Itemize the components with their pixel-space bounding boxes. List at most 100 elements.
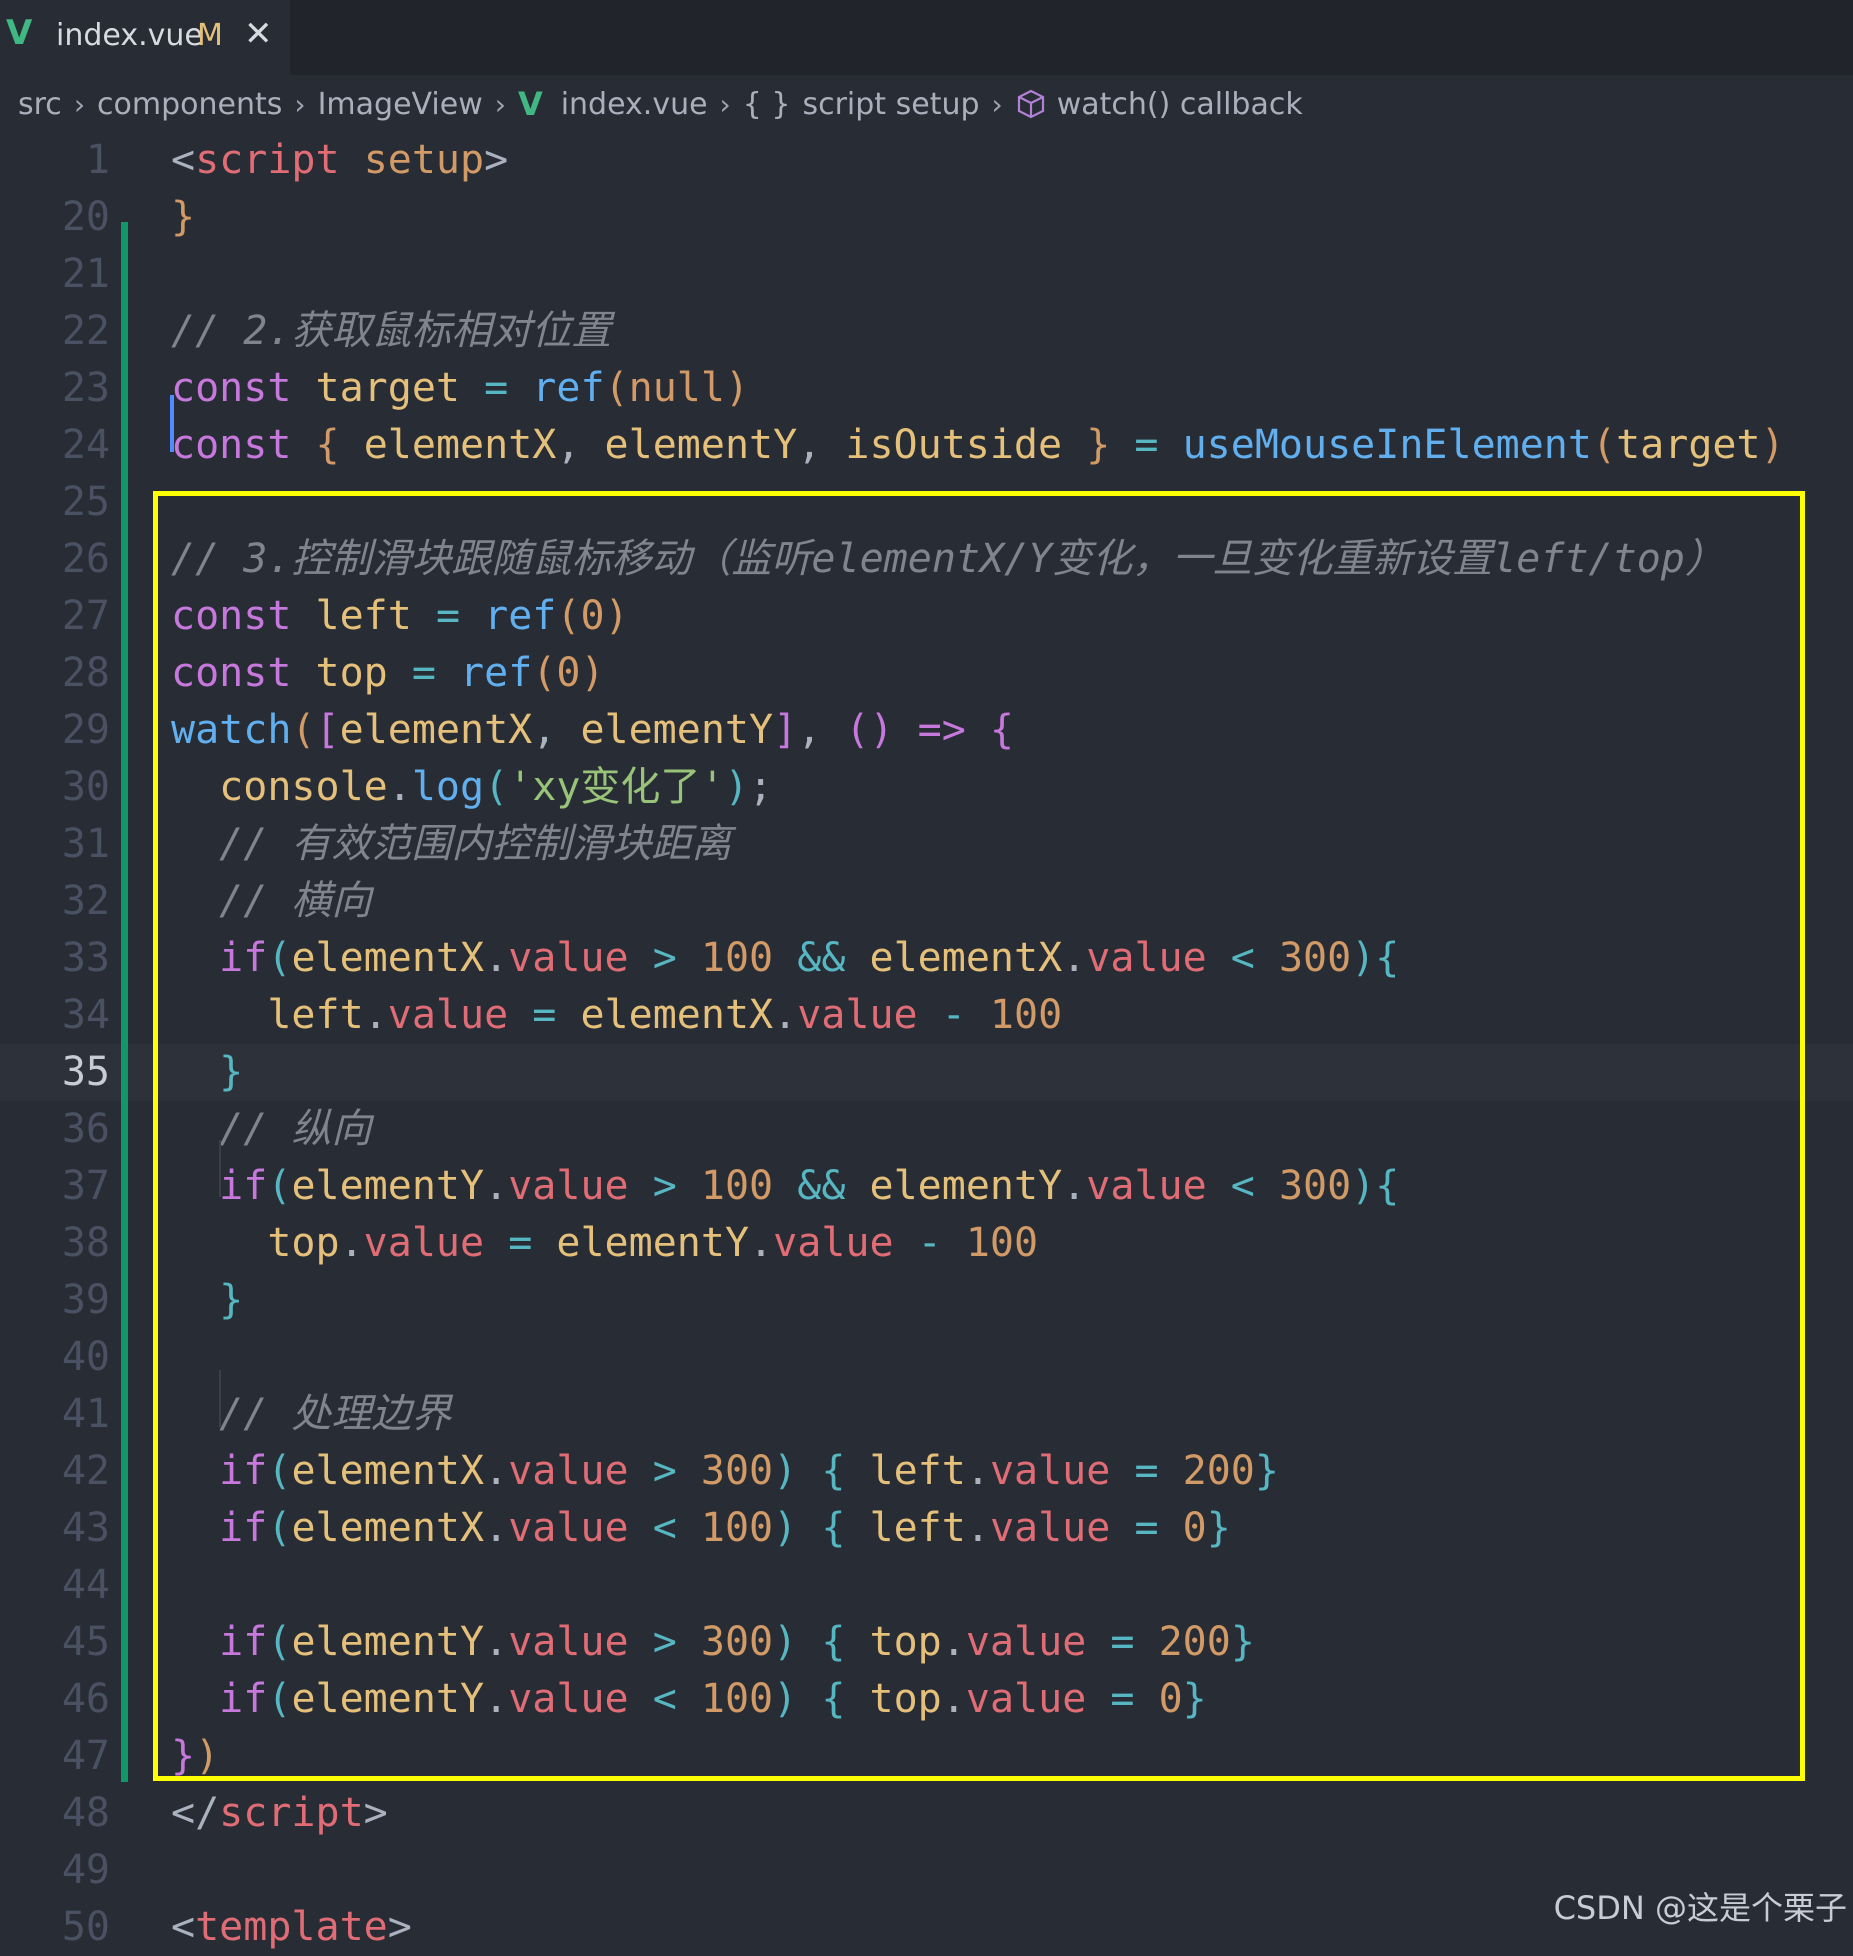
code-line[interactable]: 44 (0, 1557, 1853, 1614)
code-line[interactable]: 35 } (0, 1044, 1853, 1101)
code-line[interactable]: 46 if(elementY.value < 100) { top.value … (0, 1671, 1853, 1728)
code-line[interactable]: 47}) (0, 1728, 1853, 1785)
code-line[interactable]: 26 // 3.控制滑块跟随鼠标移动（监听elementX/Y变化，一旦变化重新设… (0, 531, 1853, 588)
code-token: ) (1351, 1163, 1376, 1209)
code-editor[interactable]: 1 <script setup> 20} 21 22// 2.获取鼠标相对位置 23 con… (0, 132, 1853, 1950)
code-token: watch (171, 707, 292, 753)
code-line[interactable]: 43 if(elementX.value < 100) { left.value… (0, 1500, 1853, 1557)
code-line[interactable]: 39 } (0, 1272, 1853, 1329)
line-number: 27 (61, 593, 110, 639)
code-token: = (1110, 1619, 1135, 1665)
code-line[interactable]: 31 // 有效范围内控制滑块距离 (0, 816, 1853, 873)
code-line[interactable]: 29 watch([elementX, elementY], () => { (0, 702, 1853, 759)
code-line[interactable]: 25 (0, 474, 1853, 531)
code-line[interactable]: 20} (0, 189, 1853, 246)
code-line[interactable]: 23 const target = ref(null) (0, 360, 1853, 417)
line-number: 28 (61, 650, 110, 696)
code-line[interactable]: 34 left.value = elementX.value - 100 (0, 987, 1853, 1044)
code-token: = (435, 593, 461, 639)
code-line[interactable]: 33 if(elementX.value > 100 && elementX.v… (0, 930, 1853, 987)
code-line[interactable]: 36 // 纵向 (0, 1101, 1853, 1158)
line-code: // 有效范围内控制滑块距离 (171, 816, 731, 873)
code-token: . (773, 992, 798, 1038)
code-line[interactable]: 48 </script> (0, 1785, 1853, 1842)
code-token: . (484, 1505, 509, 1551)
code-line[interactable]: 37 if(elementY.value > 100 && elementY.v… (0, 1158, 1853, 1215)
code-token: ref (460, 650, 533, 696)
code-line[interactable]: 42 if(elementX.value > 300) { left.value… (0, 1443, 1853, 1500)
code-token: 0 (580, 593, 605, 639)
breadcrumb-item-src[interactable]: src (18, 87, 62, 122)
code-token: top (869, 1676, 942, 1722)
code-line[interactable]: 28 const top = ref(0) (0, 645, 1853, 702)
code-token: { (821, 1676, 846, 1722)
code-token: , (532, 707, 581, 753)
line-code: // 处理边界 (171, 1386, 451, 1443)
code-line[interactable]: 22 // 2.获取鼠标相对位置 (0, 303, 1853, 360)
code-line[interactable]: 41 // 处理边界 (0, 1386, 1853, 1443)
code-token: script (219, 1790, 364, 1836)
code-token: } (1254, 1448, 1279, 1494)
line-code: const { elementX, elementY, isOutside } … (171, 417, 1785, 474)
code-line[interactable]: 45 if(elementY.value > 300) { top.value … (0, 1614, 1853, 1671)
code-token: left (315, 593, 412, 639)
code-token: isOutside (845, 422, 1063, 468)
code-token: > (652, 1619, 677, 1665)
code-token: ref (484, 593, 557, 639)
code-token: ( (556, 593, 581, 639)
code-token: . (749, 1220, 774, 1266)
code-line[interactable]: 32 // 横向 (0, 873, 1853, 930)
code-line[interactable]: 24 const { elementX, elementY, isOutside … (0, 417, 1853, 474)
line-code: if(elementY.value > 100 && elementY.valu… (171, 1158, 1399, 1215)
code-token: = (411, 650, 436, 696)
code-line[interactable]: 40 (0, 1329, 1853, 1386)
code-token: elementX (363, 422, 557, 468)
code-line[interactable]: 21 (0, 246, 1853, 303)
code-token: ( (532, 650, 557, 696)
code-token: ; (748, 764, 773, 810)
breadcrumb: src › components › ImageView › V index.v… (18, 84, 1303, 124)
line-code: watch([elementX, elementY], () => { (171, 702, 1014, 759)
code-line[interactable]: 27 const left = ref(0) (0, 588, 1853, 645)
close-icon[interactable]: ✕ (244, 14, 273, 54)
breadcrumb-item-components[interactable]: components (97, 87, 282, 122)
code-line[interactable]: 38 top.value = elementY.value - 100 (0, 1215, 1853, 1272)
breadcrumb-item-watch-callback[interactable]: watch() callback (1057, 87, 1303, 122)
code-token: } (1086, 422, 1111, 468)
editor-tab-index-vue[interactable]: V index.vue M ✕ (0, 0, 290, 75)
code-token: 200 (1158, 1619, 1231, 1665)
line-number: 1 (85, 137, 110, 183)
code-token: { (315, 422, 340, 468)
code-line[interactable]: 30 console.log('xy变化了'); (0, 759, 1853, 816)
code-line[interactable]: 1 <script setup> (0, 132, 1853, 189)
code-token: 0 (556, 650, 581, 696)
breadcrumb-item-script-setup[interactable]: script setup (802, 87, 979, 122)
line-number: 31 (61, 821, 110, 867)
code-token: = (484, 365, 509, 411)
code-token: elementY (291, 1676, 485, 1722)
line-number: 47 (61, 1733, 110, 1779)
code-token: target (1616, 422, 1761, 468)
breadcrumb-item-imageview[interactable]: ImageView (318, 87, 483, 122)
code-token: } (219, 1277, 244, 1323)
code-token: if (219, 1448, 268, 1494)
code-token: = (1134, 1448, 1159, 1494)
breadcrumb-item-index-vue[interactable]: index.vue (561, 87, 708, 122)
line-number: 39 (61, 1277, 110, 1323)
code-token: elementX (580, 992, 774, 1038)
code-token: < (652, 1505, 677, 1551)
